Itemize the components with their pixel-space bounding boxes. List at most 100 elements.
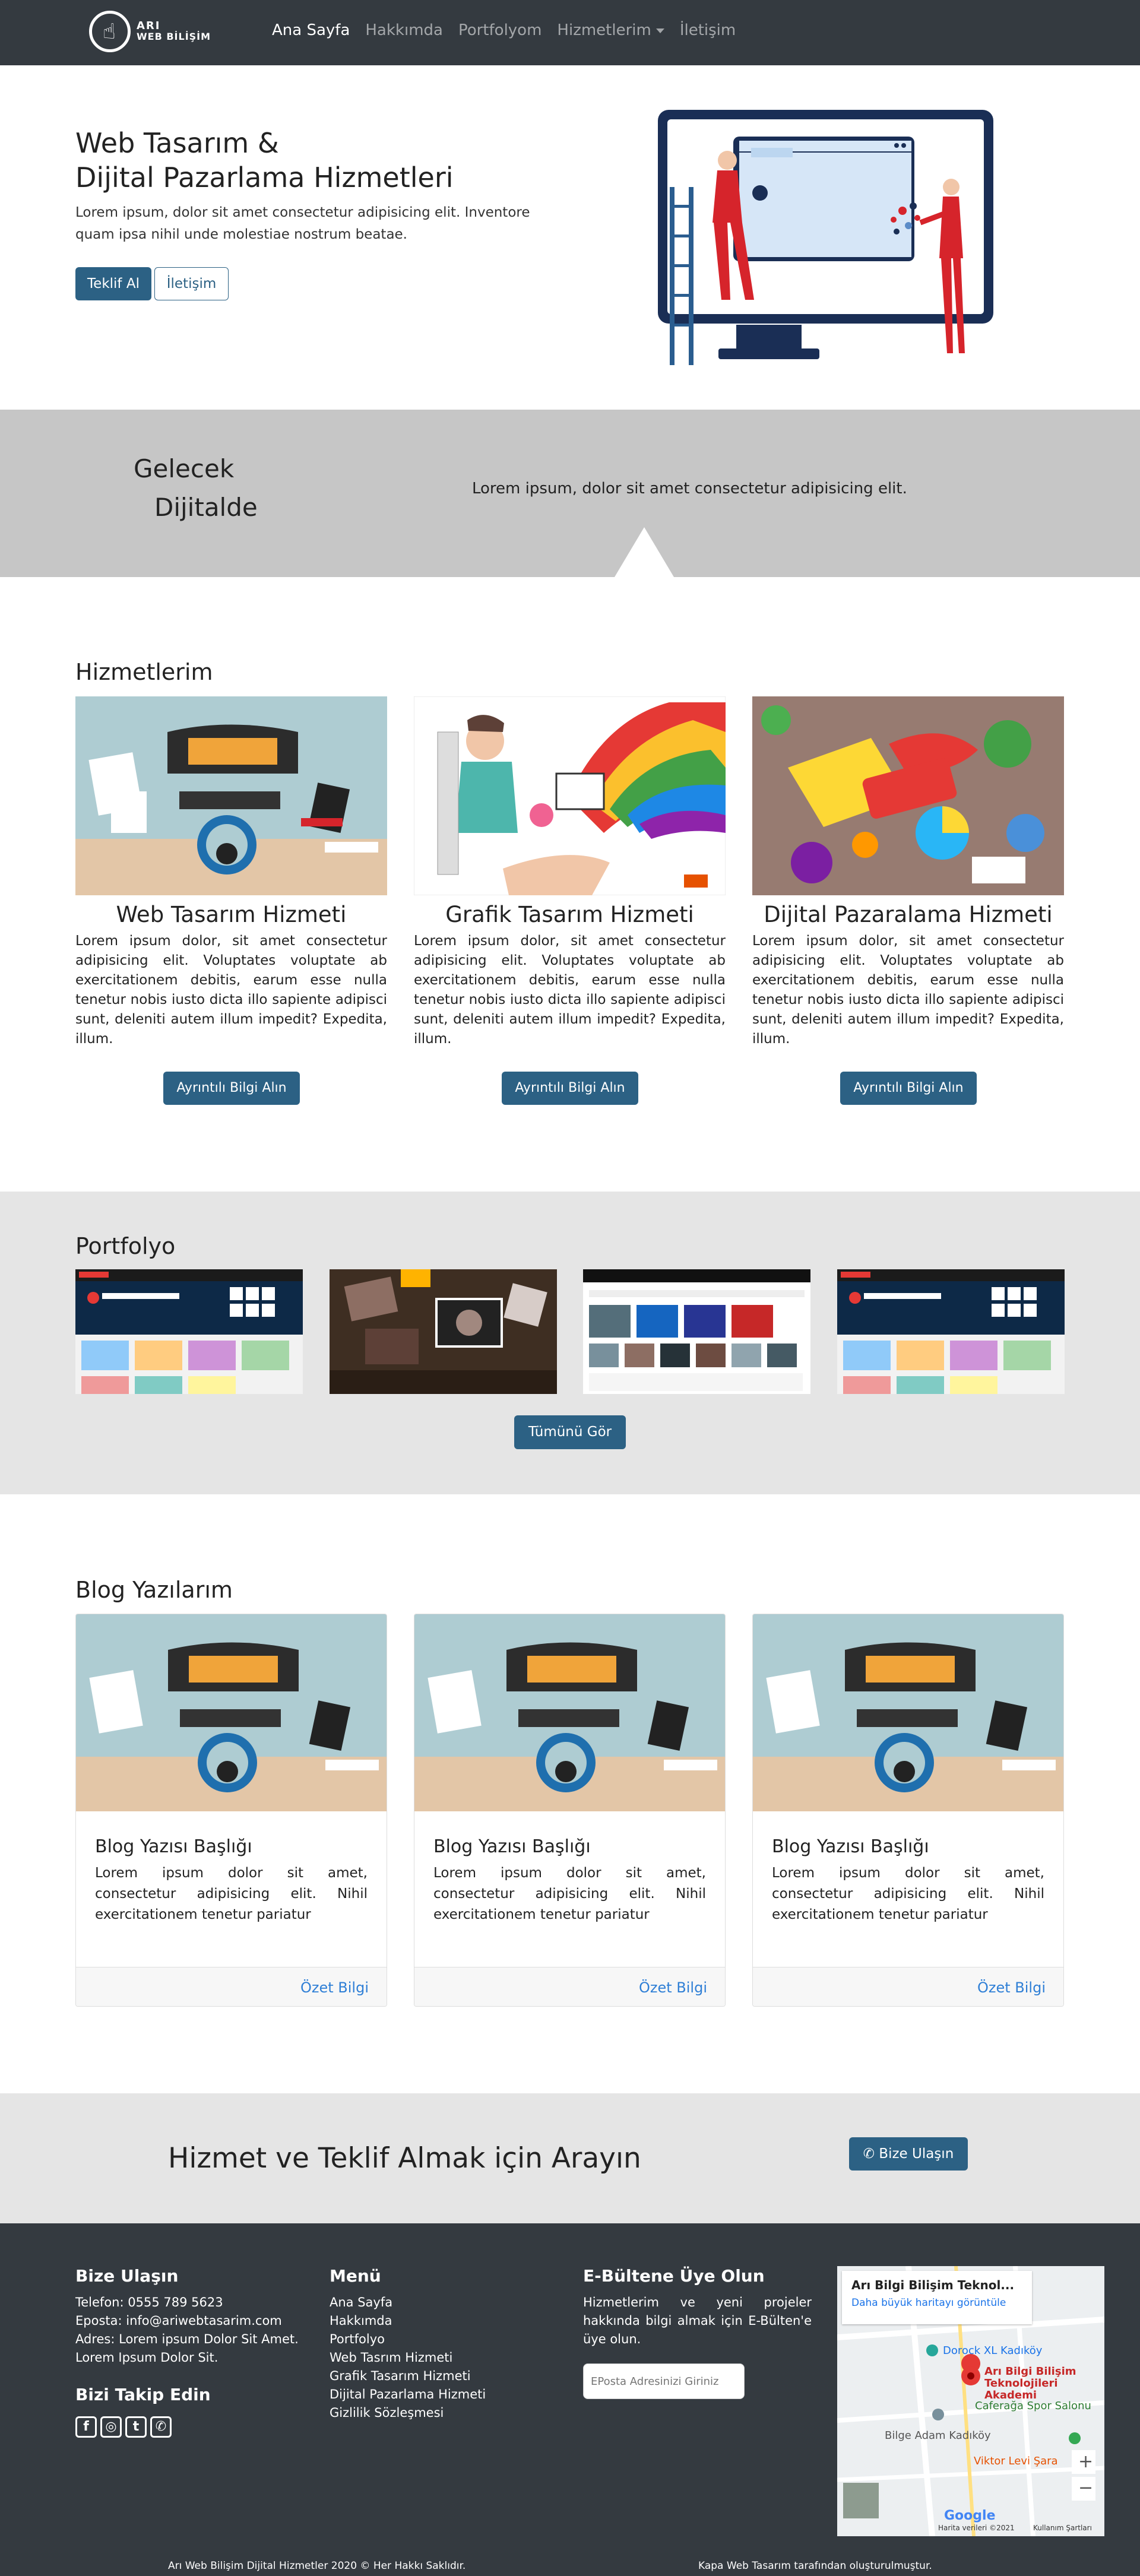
hero-title-line1: Web Tasarım & [75, 127, 279, 159]
brand-logo[interactable]: ☝ ARI WEB BİLİŞİM [89, 11, 211, 52]
address-line2: Lorem Ipsum Dolor Sit. [75, 2350, 218, 2365]
map-info-card: Arı Bilgi Bilişim Teknol... Daha büyük h… [842, 2271, 1032, 2324]
map-place-title: Arı Bilgi Bilişim Teknol... [851, 2278, 1015, 2292]
facebook-icon[interactable]: f [75, 2416, 97, 2438]
larger-map-link[interactable]: Daha büyük haritayı görüntüle [851, 2297, 1022, 2309]
footer: Bize Ulaşın Telefon: 0555 789 5623 Epost… [0, 2223, 1140, 2576]
service-title: Web Tasarım Hizmeti [116, 902, 347, 927]
portfolio-item[interactable] [837, 1269, 1065, 1394]
summary-link[interactable]: Özet Bilgi [300, 1979, 369, 1996]
nav-menu: Ana Sayfa Hakkımda Portfolyom Hizmetleri… [272, 21, 751, 39]
portfolio-title: Portfolyo [75, 1233, 176, 1259]
instagram-icon[interactable]: ◎ [100, 2416, 122, 2438]
portfolio-item[interactable] [583, 1269, 810, 1394]
footer-link-about[interactable]: Hakkımda [330, 2312, 486, 2330]
nav-home[interactable]: Ana Sayfa [272, 21, 350, 39]
hero-illustration [658, 110, 993, 365]
blog-title: Blog Yazılarım [75, 1577, 233, 1603]
portfolio-item[interactable] [330, 1269, 557, 1394]
twitter-icon[interactable]: t [125, 2416, 147, 2438]
service-title: Dijital Pazaralama Hizmeti [764, 902, 1053, 927]
portfolio-item[interactable] [75, 1269, 303, 1394]
map-terms-link[interactable]: Kullanım Şartları [1033, 2524, 1092, 2532]
blog-card: Blog Yazısı Başlığı Lorem ipsum dolor si… [752, 1614, 1064, 2007]
service-details-button[interactable]: Ayrıntılı Bilgi Alın [502, 1072, 638, 1105]
nav-services-dropdown[interactable]: Hizmetlerim [557, 21, 664, 39]
tagline-band: Gelecek Dijitalde Lorem ipsum, dolor sit… [0, 410, 1140, 577]
map-label: Viktor Levi Şara [974, 2455, 1058, 2467]
service-text: Lorem ipsum dolor, sit amet consectetur … [752, 933, 1064, 1047]
newsletter-email-input[interactable] [583, 2363, 745, 2399]
footer-link-web-design[interactable]: Web Tasrım Hizmeti [330, 2349, 486, 2367]
whatsapp-icon[interactable]: ✆ [150, 2416, 172, 2438]
service-title: Grafik Tasarım Hizmeti [445, 902, 694, 927]
graphic-design-image [413, 696, 726, 896]
contact-info: Telefon: 0555 789 5623 Eposta: info@ariw… [75, 2293, 313, 2367]
triangle-divider [615, 527, 674, 577]
summary-link[interactable]: Özet Bilgi [639, 1979, 707, 1996]
caret-down-icon [656, 28, 664, 33]
follow-title: Bizi Takip Edin [75, 2385, 211, 2404]
footer-menu: Ana Sayfa Hakkımda Portfolyo Web Tasrım … [330, 2293, 486, 2422]
nav-portfolio[interactable]: Portfolyom [458, 21, 542, 39]
footer-link-portfolio[interactable]: Portfolyo [330, 2330, 486, 2349]
web-design-image [75, 696, 387, 895]
summary-link[interactable]: Özet Bilgi [977, 1979, 1046, 1996]
portfolio-screenshot [837, 1269, 1065, 1394]
blog-card: Blog Yazısı Başlığı Lorem ipsum dolor si… [75, 1614, 387, 2007]
view-all-button[interactable]: Tümünü Gör [514, 1415, 626, 1449]
tagline-line1: Gelecek [134, 454, 235, 483]
hand-pointer-icon: ☝ [89, 11, 131, 52]
map-embed[interactable]: Arı Bilgi Bilişim Teknol... Daha büyük h… [837, 2266, 1104, 2536]
service-details-button[interactable]: Ayrıntılı Bilgi Alın [840, 1072, 977, 1105]
map-label: Dorock XL Kadıköy [943, 2344, 1043, 2357]
blog-post-title: Blog Yazısı Başlığı [772, 1836, 929, 1857]
newsletter-text: Hizmetlerim ve yeni projeler hakkında bi… [583, 2295, 812, 2346]
footer-contact-title: Bize Ulaşın [75, 2266, 179, 2286]
credit-text: Kapa Web Tasarım tarafından oluşturulmuş… [698, 2560, 932, 2572]
blog-image [76, 1614, 387, 1811]
blog-image [753, 1614, 1063, 1811]
tagline-text: Lorem ipsum, dolor sit amet consectetur … [472, 480, 907, 498]
nav-about[interactable]: Hakkımda [365, 21, 443, 39]
digital-marketing-image [752, 696, 1064, 895]
tagline-line2: Dijitalde [154, 493, 258, 522]
call-to-action: Hizmet ve Teklif Almak için Arayın ✆ Biz… [0, 2093, 1140, 2223]
service-details-button[interactable]: Ayrıntılı Bilgi Alın [163, 1072, 300, 1105]
footer-link-home[interactable]: Ana Sayfa [330, 2293, 486, 2312]
service-text: Lorem ipsum dolor, sit amet consectetur … [75, 933, 387, 1047]
footer-link-graphic-design[interactable]: Grafik Tasarım Hizmeti [330, 2367, 486, 2385]
portfolio-screenshot [330, 1269, 557, 1394]
brand-line1: ARI [137, 20, 161, 32]
blog-post-text: Lorem ipsum dolor sit amet, consectetur … [772, 1865, 1044, 1922]
hero-title-line2: Dijital Pazarlama Hizmetleri [75, 161, 454, 194]
phone-text: Telefon: 0555 789 5623 [75, 2295, 223, 2309]
portfolio-screenshot [75, 1269, 303, 1394]
quote-button[interactable]: Teklif Al [75, 267, 151, 300]
brand-line2: WEB BİLİŞİM [137, 31, 211, 42]
blog-post-text: Lorem ipsum dolor sit amet, consectetur … [95, 1865, 368, 1922]
zoom-out-icon[interactable]: − [1078, 2477, 1093, 2498]
phone-icon: ✆ [863, 2146, 879, 2162]
cta-text: Hizmet ve Teklif Almak için Arayın [168, 2142, 641, 2175]
navbar: ☝ ARI WEB BİLİŞİM Ana Sayfa Hakkımda Por… [0, 0, 1140, 65]
footer-link-digital-marketing[interactable]: Dijital Pazarlama Hizmeti [330, 2385, 486, 2404]
portfolio-screenshot [583, 1269, 810, 1394]
contact-button[interactable]: İletişim [154, 267, 229, 300]
contact-us-label: Bize Ulaşın [879, 2146, 954, 2162]
footer-link-privacy[interactable]: Gizlilik Sözleşmesi [330, 2404, 486, 2422]
nav-services-label: Hizmetlerim [557, 21, 651, 39]
map-label: Caferağa Spor Salonu [975, 2400, 1091, 2412]
footer-menu-title: Menü [330, 2266, 381, 2286]
service-card-graphic: Grafik Tasarım Hizmeti Lorem ipsum dolor… [413, 696, 726, 1049]
contact-us-button[interactable]: ✆ Bize Ulaşın [849, 2137, 968, 2171]
blog-post-title: Blog Yazısı Başlığı [433, 1836, 591, 1857]
address-line1: Adres: Lorem ipsum Dolor Sit Amet. [75, 2332, 299, 2346]
blog-card: Blog Yazısı Başlığı Lorem ipsum dolor si… [414, 1614, 726, 2007]
google-logo: Google [944, 2508, 996, 2523]
hero-title: Web Tasarım & Dijital Pazarlama Hizmetler… [75, 126, 562, 195]
social-links: f ◎ t ✆ [75, 2416, 175, 2438]
zoom-in-icon[interactable]: + [1078, 2451, 1093, 2472]
nav-contact[interactable]: İletişim [680, 21, 736, 39]
email-text: Eposta: info@ariwebtasarim.com [75, 2314, 282, 2328]
